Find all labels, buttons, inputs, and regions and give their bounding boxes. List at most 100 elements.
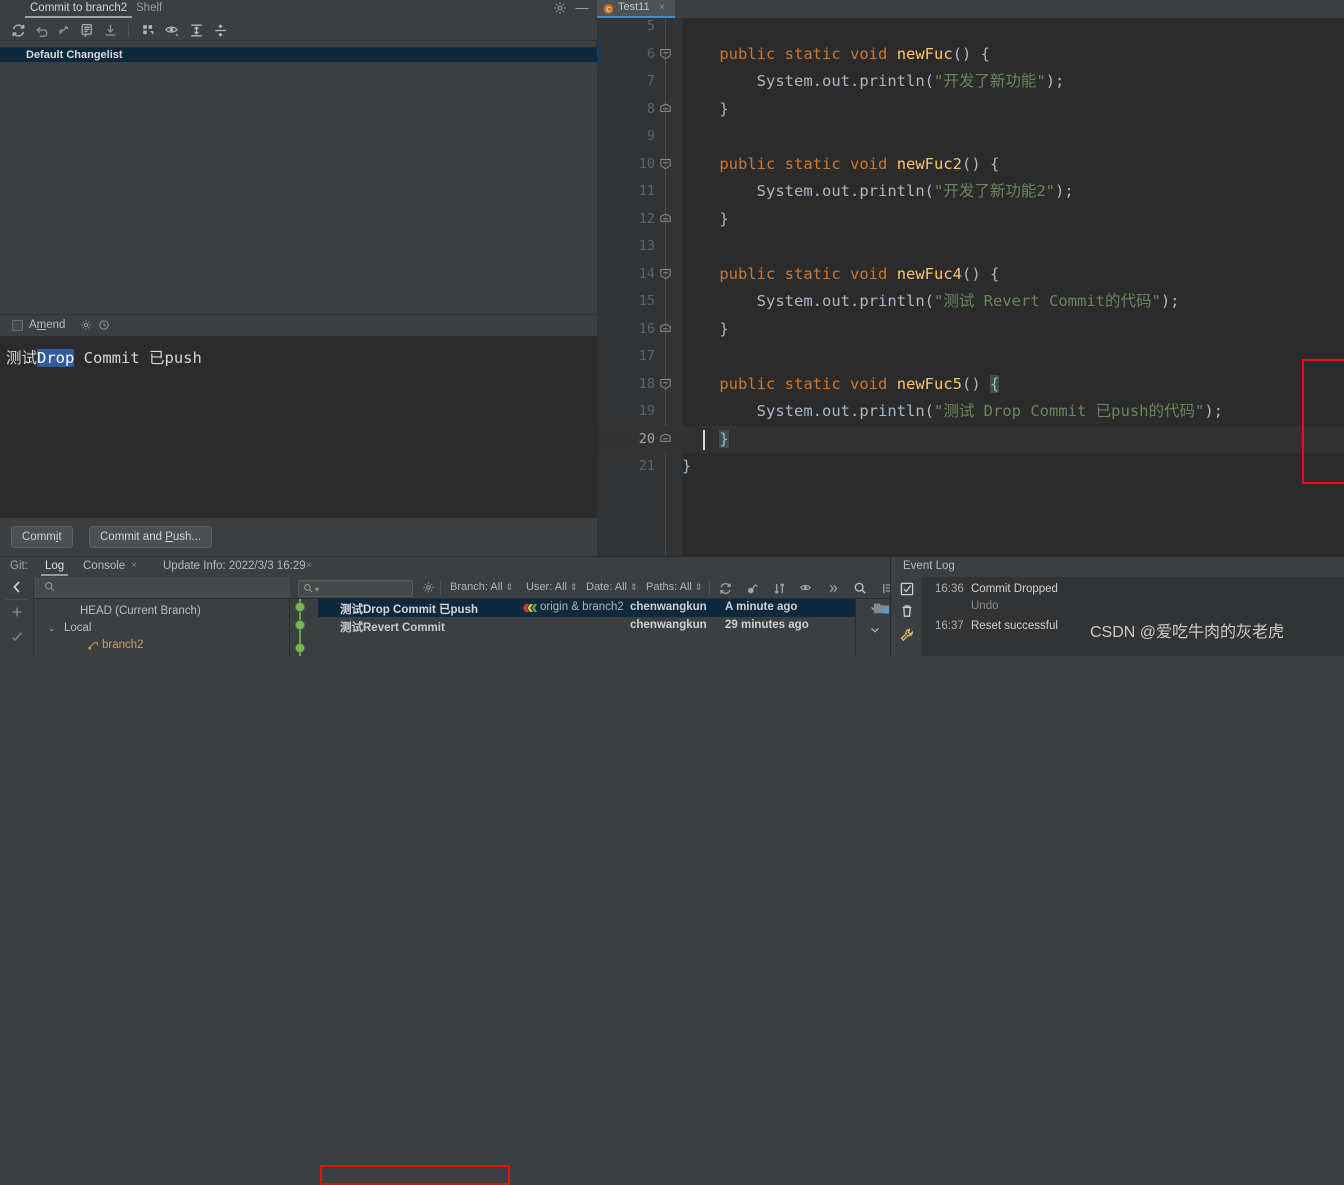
- updown-icon: ⇕: [694, 582, 703, 592]
- log-search-input[interactable]: ▾: [298, 580, 413, 597]
- settings-gear-icon[interactable]: [553, 1, 567, 15]
- code-line[interactable]: 20 }: [597, 425, 1344, 453]
- cherry-pick-icon[interactable]: [745, 581, 760, 596]
- commit-message-text[interactable]: 测试Drop Commit 已push: [6, 346, 202, 368]
- fold-end-icon[interactable]: [659, 323, 672, 336]
- event-log-action[interactable]: Undo: [923, 599, 1344, 616]
- code-line[interactable]: 17: [597, 343, 1344, 371]
- event-time: 16:37: [935, 620, 964, 632]
- group-by-icon[interactable]: [140, 22, 157, 39]
- line-number: 19: [638, 403, 655, 419]
- code-line[interactable]: 12 }: [597, 206, 1344, 234]
- commit-message-icon[interactable]: [79, 22, 96, 39]
- fold-collapse-icon[interactable]: [659, 268, 672, 281]
- sort-icon[interactable]: [772, 581, 787, 596]
- commit-message-editor[interactable]: 测试Drop Commit 已push: [0, 336, 597, 518]
- mark-read-icon[interactable]: [899, 581, 915, 600]
- code-line[interactable]: 5: [597, 13, 1344, 41]
- commit-message-after: Commit 已push: [74, 349, 202, 367]
- branch-icon: [88, 639, 99, 650]
- minimize-icon[interactable]: —: [575, 1, 589, 15]
- search-icon[interactable]: [853, 581, 868, 596]
- shelve-icon[interactable]: [102, 22, 119, 39]
- event-log-entries[interactable]: 16:36 Commit Dropped Undo 16:37 Reset succes…: [923, 577, 1344, 656]
- filter-date[interactable]: Date: All ⇕: [586, 581, 638, 593]
- branch-tree-item[interactable]: ⌄ Local: [34, 620, 290, 636]
- code-line[interactable]: 6 public static void newFuc() {: [597, 40, 1344, 68]
- refresh-icon[interactable]: [10, 22, 27, 39]
- collapse-all-icon[interactable]: [212, 22, 229, 39]
- chevron-down-icon[interactable]: ⌄: [48, 620, 56, 636]
- folder-icon[interactable]: [873, 600, 890, 616]
- code-line[interactable]: 15 System.out.println("测试 Revert Commit的…: [597, 288, 1344, 316]
- commit-history-clock-icon[interactable]: [98, 319, 110, 334]
- branch-tree-item[interactable]: branch2: [34, 637, 290, 653]
- tab-update-info[interactable]: Update Info: 2022/3/3 16:29: [163, 560, 306, 572]
- amend-checkbox[interactable]: [12, 320, 23, 331]
- code-line[interactable]: 11 System.out.println("开发了新功能2");: [597, 178, 1344, 206]
- close-icon[interactable]: ×: [659, 2, 665, 13]
- more-icon[interactable]: [826, 581, 841, 596]
- event-time: 16:36: [935, 583, 964, 595]
- event-log-entry[interactable]: 16:36 Commit Dropped: [923, 582, 1344, 599]
- fold-collapse-icon[interactable]: [659, 48, 672, 61]
- commit-row[interactable]: 测试Drop Commit 已push origin & branch2 chenw…: [318, 599, 890, 617]
- code-text: System.out.println("测试 Drop Commit 已push…: [756, 402, 1223, 420]
- tab-shelf[interactable]: Shelf: [128, 1, 170, 17]
- editor-body[interactable]: 56 public static void newFuc() {7 System…: [597, 18, 1344, 556]
- default-changelist-header[interactable]: Default Changelist: [0, 47, 597, 62]
- delete-icon[interactable]: [899, 603, 915, 622]
- rollback-icon[interactable]: [33, 22, 50, 39]
- code-line[interactable]: 9: [597, 123, 1344, 151]
- commit-buttons-row: Commit Commit and Push...: [0, 518, 597, 556]
- refresh-icon[interactable]: [718, 581, 733, 596]
- code-line[interactable]: 16 }: [597, 316, 1344, 344]
- expand-all-icon[interactable]: [188, 22, 205, 39]
- code-line[interactable]: 18 public static void newFuc5() {: [597, 371, 1344, 399]
- log-settings-gear-icon[interactable]: [422, 581, 435, 597]
- chevron-down-icon[interactable]: [868, 623, 884, 639]
- code-line[interactable]: 13: [597, 233, 1344, 261]
- filter-paths[interactable]: Paths: All ⇕: [646, 581, 702, 593]
- checkout-icon[interactable]: [9, 629, 25, 645]
- branch-search-field[interactable]: [34, 577, 290, 599]
- filter-user[interactable]: User: All ⇕: [526, 581, 578, 593]
- chevron-down-icon[interactable]: ▾: [315, 585, 319, 594]
- tab-log[interactable]: Log: [40, 560, 69, 576]
- changelist-file-area[interactable]: [0, 62, 597, 314]
- show-diff-icon[interactable]: [56, 22, 73, 39]
- code-line[interactable]: 19 System.out.println("测试 Drop Commit 已p…: [597, 398, 1344, 426]
- event-undo-link[interactable]: Undo: [971, 600, 999, 612]
- commit-row[interactable]: 测试Revert Commit chenwangkun 29 minutes ago: [318, 617, 890, 635]
- collapse-left-icon[interactable]: [9, 579, 25, 595]
- event-log-entry[interactable]: 16:37 Reset successful: [923, 619, 1344, 636]
- fold-collapse-icon[interactable]: [659, 158, 672, 171]
- commit-options-gear-icon[interactable]: [80, 319, 92, 334]
- fold-end-icon[interactable]: [659, 213, 672, 226]
- code-line[interactable]: 21}: [597, 453, 1344, 481]
- commit-date: A minute ago: [725, 601, 798, 613]
- close-console-icon[interactable]: ×: [131, 560, 137, 571]
- event-log-title: Event Log: [903, 560, 955, 572]
- fold-end-icon[interactable]: [659, 103, 672, 116]
- commit-list[interactable]: 测试Drop Commit 已push origin & branch2 chenw…: [318, 599, 890, 656]
- commit-button[interactable]: Commit: [11, 526, 73, 548]
- add-icon[interactable]: [9, 604, 25, 620]
- commit-and-push-button[interactable]: Commit and Push...: [89, 526, 212, 548]
- branch-tree-item[interactable]: HEAD (Current Branch): [34, 603, 290, 619]
- fold-collapse-icon[interactable]: [659, 378, 672, 391]
- code-line[interactable]: 8 }: [597, 96, 1344, 124]
- code-line[interactable]: 7 System.out.println("开发了新功能");: [597, 68, 1344, 96]
- show-details-icon[interactable]: [799, 581, 814, 596]
- settings-wrench-icon[interactable]: [899, 627, 915, 646]
- graph-node: [295, 643, 305, 653]
- code-line[interactable]: 10 public static void newFuc2() {: [597, 151, 1344, 179]
- code-text: }: [719, 429, 729, 448]
- fold-end-icon[interactable]: [659, 433, 672, 446]
- code-line[interactable]: 14 public static void newFuc4() {: [597, 261, 1344, 289]
- filter-branch[interactable]: Branch: All ⇕: [450, 581, 513, 593]
- close-update-info-icon[interactable]: ×: [306, 560, 312, 571]
- tab-commit-to-branch2[interactable]: Commit to branch2: [22, 1, 135, 18]
- tab-console[interactable]: Console: [83, 560, 125, 572]
- preview-diff-icon[interactable]: [164, 22, 181, 39]
